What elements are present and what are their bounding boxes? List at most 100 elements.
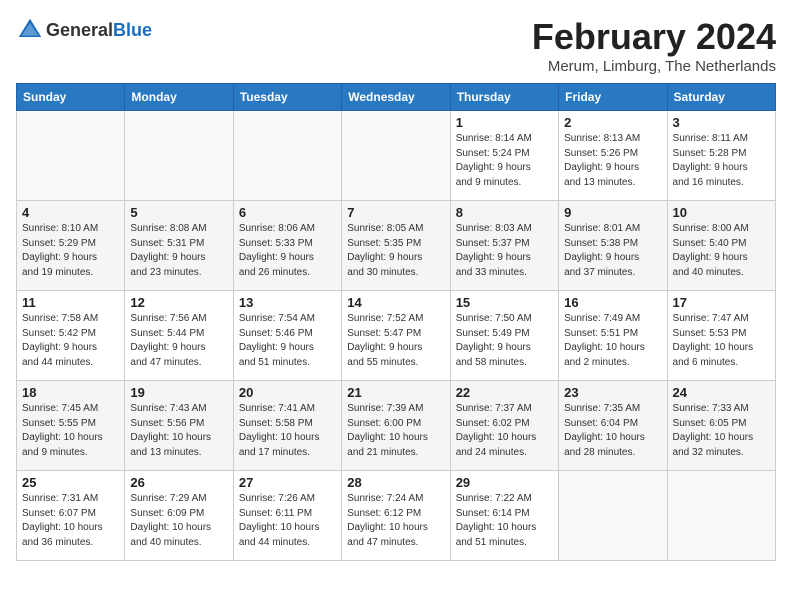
- weekday-header-sunday: Sunday: [17, 84, 125, 111]
- calendar-cell: 12Sunrise: 7:56 AM Sunset: 5:44 PM Dayli…: [125, 291, 233, 381]
- calendar-cell: 13 Sunrise: 7:54 AM Sunset: 5:46 PM Dayli…: [233, 291, 341, 381]
- day-number: 9: [564, 205, 661, 220]
- calendar-header-row: SundayMondayTuesdayWednesdayThursdayFrid…: [17, 84, 776, 111]
- day-number: 14: [347, 295, 444, 310]
- day-number: 29: [456, 475, 553, 490]
- day-number: 6: [239, 205, 336, 220]
- month-year-title: February 2024: [532, 16, 776, 58]
- day-number: 13: [239, 295, 336, 310]
- calendar-cell: 21Sunrise: 7:39 AM Sunset: 6:00 PM Dayli…: [342, 381, 450, 471]
- day-info: Sunrise: 8:01 AM Sunset: 5:38 PM Dayligh…: [564, 222, 661, 280]
- day-number: 20: [239, 385, 336, 400]
- calendar-cell: 20 Sunrise: 7:41 AM Sunset: 5:58 PM Dayli…: [233, 381, 341, 471]
- day-info: Sunrise: 7:41 AM Sunset: 5:58 PM Dayligh…: [239, 402, 336, 460]
- day-number: 7: [347, 205, 444, 220]
- weekday-header-saturday: Saturday: [667, 84, 775, 111]
- day-info: Sunrise: 7:47 AM Sunset: 5:53 PM Dayligh…: [673, 312, 770, 370]
- calendar-cell: 27 Sunrise: 7:26 AM Sunset: 6:11 PM Dayli…: [233, 471, 341, 561]
- calendar-week-row: 1Sunrise: 8:14 AM Sunset: 5:24 PM Daylig…: [17, 111, 776, 201]
- weekday-header-friday: Friday: [559, 84, 667, 111]
- day-number: 4: [22, 205, 119, 220]
- day-number: 2: [564, 115, 661, 130]
- calendar-week-row: 4 Sunrise: 8:10 AM Sunset: 5:29 PM Daylig…: [17, 201, 776, 291]
- day-info: Sunrise: 7:45 AM Sunset: 5:55 PM Dayligh…: [22, 402, 119, 460]
- day-info: Sunrise: 8:11 AM Sunset: 5:28 PM Dayligh…: [673, 132, 770, 190]
- calendar-cell: [667, 471, 775, 561]
- calendar-cell: 2 Sunrise: 8:13 AM Sunset: 5:26 PM Daylig…: [559, 111, 667, 201]
- day-info: Sunrise: 8:06 AM Sunset: 5:33 PM Dayligh…: [239, 222, 336, 280]
- calendar-cell: [125, 111, 233, 201]
- day-info: Sunrise: 7:29 AM Sunset: 6:09 PM Dayligh…: [130, 492, 227, 550]
- day-info: Sunrise: 7:43 AM Sunset: 5:56 PM Dayligh…: [130, 402, 227, 460]
- calendar-cell: 5Sunrise: 8:08 AM Sunset: 5:31 PM Daylig…: [125, 201, 233, 291]
- calendar-cell: 15 Sunrise: 7:50 AM Sunset: 5:49 PM Dayli…: [450, 291, 558, 381]
- day-info: Sunrise: 7:35 AM Sunset: 6:04 PM Dayligh…: [564, 402, 661, 460]
- calendar-cell: 16 Sunrise: 7:49 AM Sunset: 5:51 PM Dayli…: [559, 291, 667, 381]
- logo-general-text: General: [46, 20, 113, 40]
- day-number: 11: [22, 295, 119, 310]
- calendar-table: SundayMondayTuesdayWednesdayThursdayFrid…: [16, 83, 776, 561]
- calendar-cell: 11 Sunrise: 7:58 AM Sunset: 5:42 PM Dayli…: [17, 291, 125, 381]
- day-number: 19: [130, 385, 227, 400]
- calendar-cell: 22 Sunrise: 7:37 AM Sunset: 6:02 PM Dayli…: [450, 381, 558, 471]
- day-info: Sunrise: 7:37 AM Sunset: 6:02 PM Dayligh…: [456, 402, 553, 460]
- page-header: GeneralBlue February 2024 Merum, Limburg…: [16, 16, 776, 75]
- day-number: 10: [673, 205, 770, 220]
- day-info: Sunrise: 7:54 AM Sunset: 5:46 PM Dayligh…: [239, 312, 336, 370]
- day-info: Sunrise: 8:05 AM Sunset: 5:35 PM Dayligh…: [347, 222, 444, 280]
- calendar-cell: 19 Sunrise: 7:43 AM Sunset: 5:56 PM Dayli…: [125, 381, 233, 471]
- day-info: Sunrise: 7:58 AM Sunset: 5:42 PM Dayligh…: [22, 312, 119, 370]
- day-info: Sunrise: 8:10 AM Sunset: 5:29 PM Dayligh…: [22, 222, 119, 280]
- calendar-cell: 8Sunrise: 8:03 AM Sunset: 5:37 PM Daylig…: [450, 201, 558, 291]
- calendar-cell: 7 Sunrise: 8:05 AM Sunset: 5:35 PM Daylig…: [342, 201, 450, 291]
- title-section: February 2024 Merum, Limburg, The Nether…: [532, 16, 776, 75]
- day-info: Sunrise: 7:39 AM Sunset: 6:00 PM Dayligh…: [347, 402, 444, 460]
- day-number: 28: [347, 475, 444, 490]
- weekday-header-monday: Monday: [125, 84, 233, 111]
- day-number: 18: [22, 385, 119, 400]
- day-number: 23: [564, 385, 661, 400]
- calendar-cell: 26 Sunrise: 7:29 AM Sunset: 6:09 PM Dayli…: [125, 471, 233, 561]
- calendar-cell: 23 Sunrise: 7:35 AM Sunset: 6:04 PM Dayli…: [559, 381, 667, 471]
- day-number: 27: [239, 475, 336, 490]
- day-info: Sunrise: 8:00 AM Sunset: 5:40 PM Dayligh…: [673, 222, 770, 280]
- calendar-cell: [233, 111, 341, 201]
- location-subtitle: Merum, Limburg, The Netherlands: [532, 58, 776, 75]
- day-number: 5: [130, 205, 227, 220]
- calendar-cell: 4 Sunrise: 8:10 AM Sunset: 5:29 PM Daylig…: [17, 201, 125, 291]
- day-info: Sunrise: 7:52 AM Sunset: 5:47 PM Dayligh…: [347, 312, 444, 370]
- weekday-header-wednesday: Wednesday: [342, 84, 450, 111]
- calendar-cell: [559, 471, 667, 561]
- day-info: Sunrise: 7:49 AM Sunset: 5:51 PM Dayligh…: [564, 312, 661, 370]
- calendar-week-row: 11 Sunrise: 7:58 AM Sunset: 5:42 PM Dayli…: [17, 291, 776, 381]
- day-info: Sunrise: 7:22 AM Sunset: 6:14 PM Dayligh…: [456, 492, 553, 550]
- day-info: Sunrise: 7:31 AM Sunset: 6:07 PM Dayligh…: [22, 492, 119, 550]
- calendar-week-row: 25 Sunrise: 7:31 AM Sunset: 6:07 PM Dayli…: [17, 471, 776, 561]
- calendar-cell: 3 Sunrise: 8:11 AM Sunset: 5:28 PM Daylig…: [667, 111, 775, 201]
- day-info: Sunrise: 8:03 AM Sunset: 5:37 PM Dayligh…: [456, 222, 553, 280]
- day-number: 15: [456, 295, 553, 310]
- day-info: Sunrise: 8:14 AM Sunset: 5:24 PM Dayligh…: [456, 132, 553, 190]
- calendar-cell: 28Sunrise: 7:24 AM Sunset: 6:12 PM Dayli…: [342, 471, 450, 561]
- day-number: 25: [22, 475, 119, 490]
- day-info: Sunrise: 7:33 AM Sunset: 6:05 PM Dayligh…: [673, 402, 770, 460]
- calendar-cell: 17Sunrise: 7:47 AM Sunset: 5:53 PM Dayli…: [667, 291, 775, 381]
- calendar-cell: 10 Sunrise: 8:00 AM Sunset: 5:40 PM Dayli…: [667, 201, 775, 291]
- logo: GeneralBlue: [16, 16, 152, 44]
- day-number: 24: [673, 385, 770, 400]
- logo-blue-text: Blue: [113, 20, 152, 40]
- logo-icon: [16, 16, 44, 44]
- day-info: Sunrise: 7:56 AM Sunset: 5:44 PM Dayligh…: [130, 312, 227, 370]
- calendar-cell: 25 Sunrise: 7:31 AM Sunset: 6:07 PM Dayli…: [17, 471, 125, 561]
- calendar-cell: [17, 111, 125, 201]
- calendar-cell: 18 Sunrise: 7:45 AM Sunset: 5:55 PM Dayli…: [17, 381, 125, 471]
- calendar-week-row: 18 Sunrise: 7:45 AM Sunset: 5:55 PM Dayli…: [17, 381, 776, 471]
- calendar-cell: [342, 111, 450, 201]
- day-info: Sunrise: 7:50 AM Sunset: 5:49 PM Dayligh…: [456, 312, 553, 370]
- day-number: 26: [130, 475, 227, 490]
- day-number: 22: [456, 385, 553, 400]
- day-info: Sunrise: 8:13 AM Sunset: 5:26 PM Dayligh…: [564, 132, 661, 190]
- day-info: Sunrise: 7:26 AM Sunset: 6:11 PM Dayligh…: [239, 492, 336, 550]
- day-number: 3: [673, 115, 770, 130]
- day-number: 16: [564, 295, 661, 310]
